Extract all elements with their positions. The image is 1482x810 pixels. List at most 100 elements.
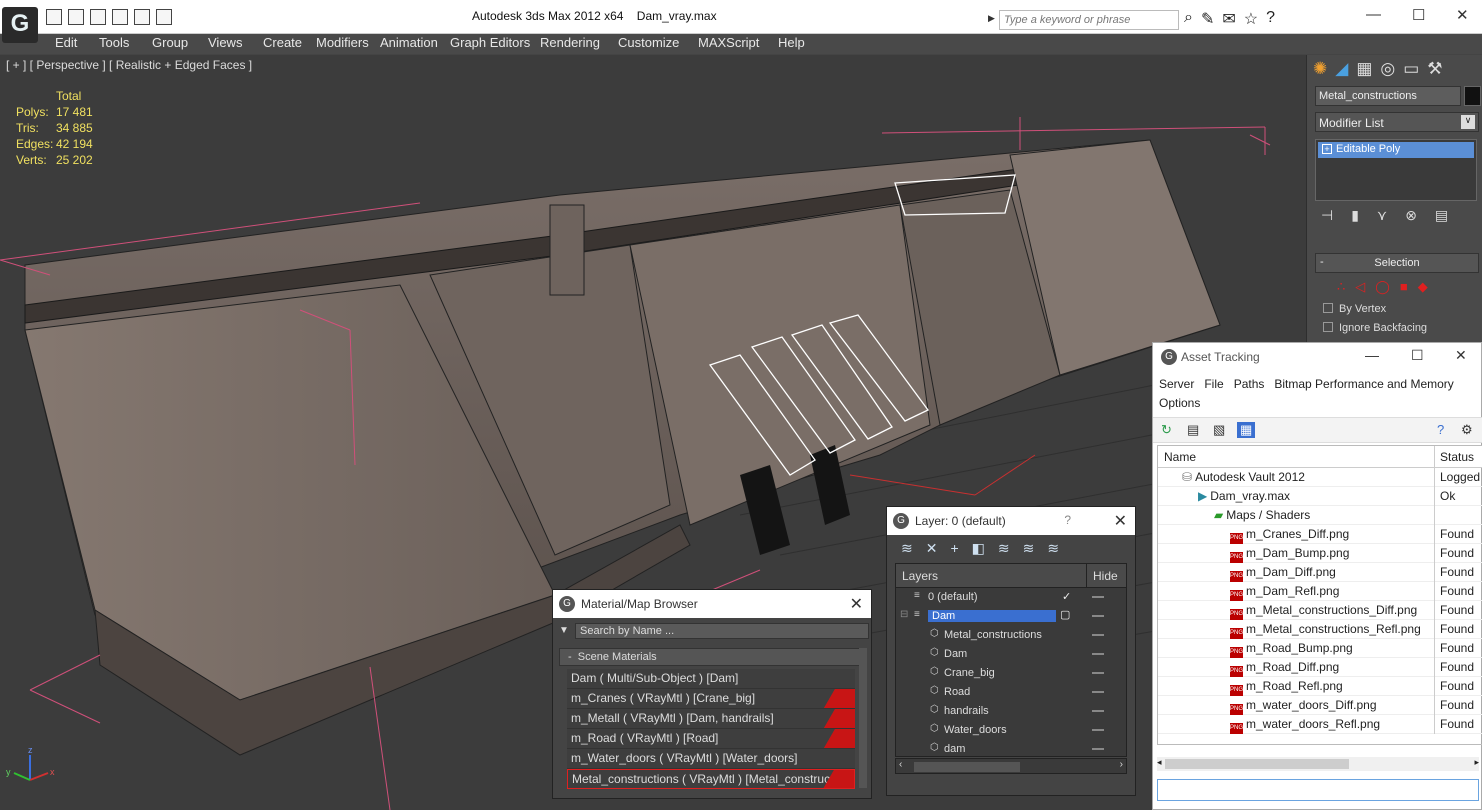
column-layers[interactable]: Layers (902, 569, 938, 583)
menu-animation[interactable]: Animation (380, 35, 438, 50)
by-vertex-checkbox[interactable]: By Vertex (1323, 303, 1386, 315)
close-icon[interactable]: ✕ (1455, 347, 1467, 364)
search-input[interactable]: Type a keyword or phrase (999, 10, 1179, 30)
horizontal-scrollbar[interactable]: ‹ › (895, 758, 1127, 774)
layer-row[interactable]: ⊟ ≡ Dam ▢ (896, 607, 1126, 626)
asset-row[interactable]: PNG m_Dam_Bump.png Found (1158, 544, 1482, 563)
menu-maxscript[interactable]: MAXScript (698, 35, 759, 50)
asset-row[interactable]: PNG m_Metal_constructions_Diff.png Found (1158, 601, 1482, 620)
create-tab-icon[interactable]: ✺ (1313, 59, 1327, 79)
display-tab-icon[interactable]: ▭ (1403, 59, 1419, 79)
motion-tab-icon[interactable]: ◎ (1380, 59, 1395, 79)
help-icon[interactable]: ? (1266, 9, 1275, 29)
hide-toggle[interactable] (1092, 748, 1104, 750)
menu-tools[interactable]: Tools (99, 35, 129, 50)
material-item[interactable]: m_Cranes ( VRayMtl ) [Crane_big] (567, 689, 855, 709)
delete-layer-icon[interactable]: ✕ (926, 540, 938, 557)
polygon-icon[interactable]: ■ (1400, 279, 1408, 295)
save-file-icon[interactable] (68, 9, 84, 25)
hide-toggle[interactable] (1092, 615, 1104, 617)
asset-row[interactable]: PNG m_Road_Diff.png Found (1158, 658, 1482, 677)
hide-toggle[interactable] (1092, 653, 1104, 655)
layer-row[interactable]: ⬡ Metal_constructions (896, 626, 1126, 645)
material-item[interactable]: m_Metall ( VRayMtl ) [Dam, handrails] (567, 709, 855, 729)
asset-row[interactable]: PNG m_Road_Bump.png Found (1158, 639, 1482, 658)
menu-create[interactable]: Create (263, 35, 302, 50)
make-unique-icon[interactable]: ⋎ (1377, 207, 1387, 224)
minimize-icon[interactable]: — (1365, 347, 1379, 363)
create-layer-icon[interactable]: ≋ (901, 540, 913, 557)
asset-row[interactable]: PNG m_Metal_constructions_Refl.png Found (1158, 620, 1482, 639)
hide-toggle[interactable] (1092, 596, 1104, 598)
menu-bitmap-performance[interactable]: Bitmap Performance and Memory (1274, 377, 1453, 391)
minimize-icon[interactable]: — (1366, 6, 1381, 23)
column-status[interactable]: Status (1434, 446, 1479, 468)
layer-row[interactable]: ≡ 0 (default) ✓ (896, 588, 1126, 607)
material-item[interactable]: m_Water_doors ( VRayMtl ) [Water_doors] (567, 749, 855, 769)
asset-row[interactable]: ⛁ Autodesk Vault 2012 Logged (1158, 468, 1482, 487)
asset-row[interactable]: ▰ Maps / Shaders (1158, 506, 1482, 525)
menu-graph-editors[interactable]: Graph Editors (450, 35, 530, 50)
scene-materials-group[interactable]: - Scene Materials (559, 648, 861, 666)
menu-rendering[interactable]: Rendering (540, 35, 600, 50)
table-view-icon[interactable]: ▦ (1237, 422, 1256, 438)
list-view-icon[interactable]: ▤ (1187, 422, 1199, 438)
communication-icon[interactable]: ✉ (1222, 9, 1235, 29)
freeze-all-icon[interactable]: ≋ (1047, 540, 1059, 557)
show-end-result-icon[interactable]: ▮ (1351, 207, 1359, 224)
material-item[interactable]: Metal_constructions ( VRayMtl ) [Metal_c… (567, 769, 855, 789)
asset-row[interactable]: PNG m_Cranes_Diff.png Found (1158, 525, 1482, 544)
asset-row[interactable]: PNG m_Dam_Diff.png Found (1158, 563, 1482, 582)
menu-customize[interactable]: Customize (618, 35, 679, 50)
menu-paths[interactable]: Paths (1234, 377, 1265, 391)
modifier-list-dropdown[interactable]: Modifier List ∨ (1315, 112, 1479, 132)
hide-toggle[interactable] (1092, 729, 1104, 731)
subscription-icon[interactable]: ✎ (1201, 9, 1214, 29)
object-color-swatch[interactable] (1464, 86, 1481, 106)
configure-sets-icon[interactable]: ▤ (1435, 207, 1448, 224)
select-objects-icon[interactable]: ◧ (972, 540, 985, 557)
ignore-backfacing-checkbox[interactable]: Ignore Backfacing (1323, 322, 1427, 334)
help-button[interactable]: ? (1064, 513, 1071, 527)
menu-server[interactable]: Server (1159, 377, 1194, 391)
asset-row[interactable]: ▶ Dam_vray.max Ok (1158, 487, 1482, 506)
scroll-left-icon[interactable]: ‹ (899, 759, 902, 770)
edge-icon[interactable]: ◁ (1355, 279, 1365, 295)
menu-edit[interactable]: Edit (55, 35, 77, 50)
project-folder-icon[interactable] (112, 9, 128, 25)
hide-toggle[interactable] (1092, 691, 1104, 693)
vertical-scrollbar[interactable] (859, 648, 867, 788)
maximize-icon[interactable]: ☐ (1411, 347, 1424, 364)
highlight-layer-icon[interactable]: ≋ (998, 540, 1010, 557)
scroll-left-icon[interactable]: ◂ (1157, 757, 1162, 768)
search-by-name-input[interactable]: Search by Name ... (575, 623, 869, 639)
favorites-star-icon[interactable]: ☆ (1244, 9, 1258, 29)
hide-toggle[interactable] (1092, 634, 1104, 636)
open-file-icon[interactable] (46, 9, 62, 25)
layer-row[interactable]: ⬡ Crane_big (896, 664, 1126, 683)
asset-row[interactable]: PNG m_Dam_Refl.png Found (1158, 582, 1482, 601)
menu-group[interactable]: Group (152, 35, 188, 50)
current-layer-check-icon[interactable]: ✓ (1062, 590, 1071, 603)
vertex-icon[interactable]: ∴ (1337, 279, 1345, 295)
layer-row[interactable]: ⬡ Dam (896, 645, 1126, 664)
horizontal-scrollbar[interactable]: ◂ ▸ (1157, 757, 1479, 771)
new-file-icon[interactable] (90, 9, 106, 25)
binoculars-icon[interactable]: ⌕ (1184, 9, 1193, 29)
menu-help[interactable]: Help (778, 35, 805, 50)
expand-plus-icon[interactable]: + (1322, 144, 1332, 154)
menu-views[interactable]: Views (208, 35, 242, 50)
app-logo-icon[interactable]: G (2, 7, 38, 43)
menu-options[interactable]: Options (1159, 396, 1200, 410)
scroll-right-icon[interactable]: ▸ (1474, 757, 1479, 768)
help-icon[interactable]: ? (1437, 422, 1444, 437)
options-menu-icon[interactable]: ▼ (559, 625, 569, 636)
object-name-field[interactable]: Metal_constructions (1315, 86, 1461, 106)
utilities-tab-icon[interactable]: ⚒ (1427, 59, 1442, 79)
close-icon[interactable]: ✕ (1456, 6, 1469, 24)
asset-row[interactable]: PNG m_water_doors_Refl.png Found (1158, 715, 1482, 734)
add-to-layer-icon[interactable]: + (950, 540, 958, 557)
close-icon[interactable]: ✕ (1114, 511, 1127, 531)
asset-row[interactable]: PNG m_Road_Refl.png Found (1158, 677, 1482, 696)
layer-row[interactable]: ⬡ dam (896, 740, 1126, 759)
